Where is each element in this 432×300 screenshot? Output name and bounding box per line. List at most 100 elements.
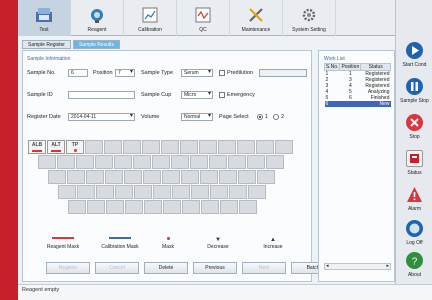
table-row-selected[interactable]: 6 New [324,101,391,107]
sidebar-label: Stop [409,134,420,140]
test-item-cell[interactable] [96,185,114,199]
test-item-cell[interactable] [76,155,94,169]
test-item-cell[interactable] [143,170,161,184]
test-item-alb[interactable]: ALB [28,140,46,154]
test-item-tp[interactable]: TP [66,140,84,154]
decrease-icon: ▼ [215,237,221,243]
start-cond-button[interactable]: Start Cond [398,38,431,76]
about-button[interactable]: ? About [398,248,431,286]
test-item-cell[interactable] [239,200,257,214]
test-item-cell[interactable] [238,170,256,184]
test-item-cell[interactable] [86,170,104,184]
work-list-scrollbar[interactable]: ◂ ▸ [324,263,391,270]
tab-sample-results[interactable]: Sample Results [72,40,120,49]
test-item-cell[interactable] [219,170,237,184]
test-item-cell[interactable] [38,155,56,169]
sample-id-input[interactable] [68,91,135,99]
delete-button[interactable]: Delete [144,262,188,274]
test-item-cell[interactable] [171,155,189,169]
sample-cup-select[interactable]: Micro [181,91,213,99]
previous-button[interactable]: Previous [193,262,237,274]
toolbar-qc-button[interactable]: QC [177,0,230,36]
volume-select[interactable]: Normal [181,113,213,121]
test-item-cell[interactable] [104,140,122,154]
test-item-cell[interactable] [220,200,238,214]
test-item-cell[interactable] [48,170,66,184]
test-item-cell[interactable] [124,170,142,184]
test-item-cell[interactable] [209,155,227,169]
test-item-cell[interactable] [58,185,76,199]
test-item-cell[interactable] [106,200,124,214]
test-item-cell[interactable] [275,140,293,154]
toolbar-maintenance-button[interactable]: Maintenance [230,0,283,36]
test-item-cell[interactable] [191,185,209,199]
test-item-cell[interactable] [247,155,265,169]
next-button[interactable]: Next [242,262,286,274]
test-item-cell[interactable] [57,155,75,169]
test-item-cell[interactable] [125,200,143,214]
test-item-cell[interactable] [67,170,85,184]
test-item-cell[interactable] [237,140,255,154]
test-item-cell[interactable] [181,170,199,184]
page-1-radio[interactable] [257,114,263,120]
test-item-cell[interactable] [152,155,170,169]
test-item-cell[interactable] [142,140,160,154]
status-button[interactable]: Status [398,146,431,184]
test-item-cell[interactable] [190,155,208,169]
test-item-cell[interactable] [134,185,152,199]
reagent-mask-marker [32,150,42,152]
cancel-button[interactable]: Cancel [95,262,139,274]
test-item-cell[interactable] [153,185,171,199]
sample-no-input[interactable]: 6 [68,69,88,77]
position-select[interactable]: 7 [115,69,135,77]
test-item-cell[interactable] [144,200,162,214]
sidebar-label: Log Off [406,240,423,246]
toolbar-calibration-button[interactable]: Calibration [124,0,177,36]
toolbar-test-button[interactable]: Test [18,0,71,36]
page-2-radio[interactable] [273,114,279,120]
test-item-cell[interactable] [256,140,274,154]
register-date-select[interactable]: 2014-04-11 [68,113,135,121]
test-item-cell[interactable] [248,185,266,199]
help-icon: ? [406,252,423,269]
test-item-cell[interactable] [163,200,181,214]
register-button[interactable]: Register [46,262,90,274]
test-item-cell[interactable] [199,140,217,154]
emergency-checkbox[interactable] [219,92,225,98]
calibration-mask-swatch [109,237,131,239]
test-item-cell[interactable] [115,185,133,199]
alarm-button[interactable]: Alarm [398,182,431,220]
test-item-cell[interactable] [266,155,284,169]
test-item-cell[interactable] [162,170,180,184]
test-item-cell[interactable] [182,200,200,214]
test-item-cell[interactable] [123,140,141,154]
test-item-cell[interactable] [114,155,132,169]
test-item-cell[interactable] [229,185,247,199]
test-item-cell[interactable] [85,140,103,154]
test-item-cell[interactable] [95,155,113,169]
test-item-cell[interactable] [172,185,190,199]
test-item-cell[interactable] [133,155,151,169]
test-item-cell[interactable] [200,170,218,184]
test-item-cell[interactable] [161,140,179,154]
test-item-cell[interactable] [218,140,236,154]
predilution-label: Predilution [227,70,253,76]
test-item-cell[interactable] [228,155,246,169]
test-item-alt[interactable]: ALT [47,140,65,154]
test-item-cell[interactable] [257,170,275,184]
toolbar-system-setting-button[interactable]: System Setting [283,0,336,36]
test-item-cell[interactable] [87,200,105,214]
test-item-cell[interactable] [180,140,198,154]
sample-type-select[interactable]: Serum [181,69,213,77]
test-item-cell[interactable] [210,185,228,199]
test-item-cell[interactable] [201,200,219,214]
predilution-checkbox[interactable] [219,70,225,76]
test-item-cell[interactable] [68,200,86,214]
tab-sample-register[interactable]: Sample Register [22,40,71,49]
toolbar-reagent-button[interactable]: Reagent [71,0,124,36]
stop-button[interactable]: Stop [398,110,431,148]
sample-stop-button[interactable]: Sample Stop [398,74,431,112]
test-item-cell[interactable] [105,170,123,184]
predilution-input[interactable] [259,69,307,77]
test-item-cell[interactable] [77,185,95,199]
